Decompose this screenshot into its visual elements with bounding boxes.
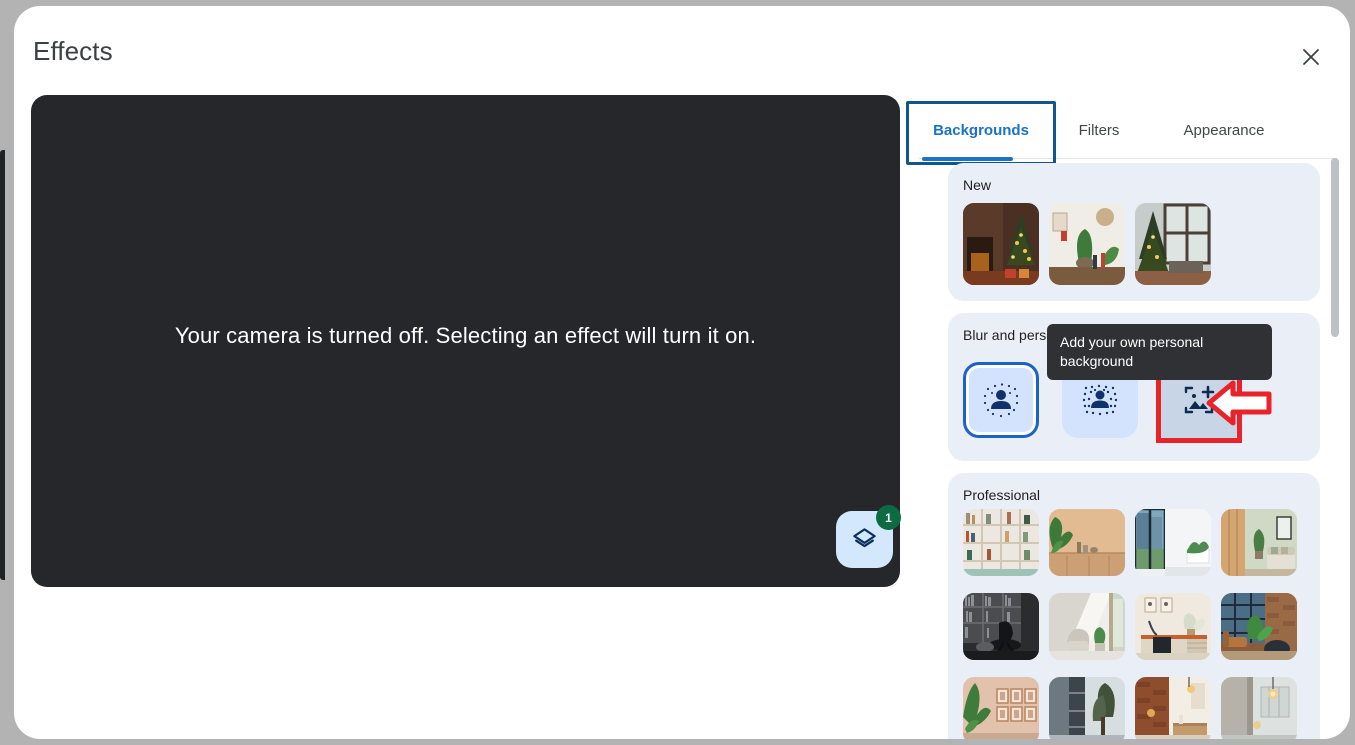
thumbnail-green-wall-sofa-lounge[interactable]	[1221, 509, 1297, 576]
thumbnail-dark-library-chair[interactable]	[963, 593, 1039, 660]
thumbnail-sunlit-armchair-corner[interactable]	[1049, 593, 1125, 660]
tab-filters[interactable]: Filters	[1044, 103, 1154, 158]
section-new-title: New	[963, 177, 992, 193]
thumbnail-home-desk-workspace[interactable]	[1135, 593, 1211, 660]
tab-backgrounds-label: Backgrounds	[933, 122, 1029, 139]
thumb-art	[1135, 677, 1211, 739]
thumb-art	[1221, 677, 1297, 739]
close-icon	[1303, 49, 1319, 65]
blur-option-slight-blur[interactable]	[963, 362, 1039, 438]
person-slight-blur-icon	[983, 383, 1019, 418]
left-arrow-icon	[1206, 380, 1272, 426]
section-professional-title: Professional	[963, 487, 1041, 503]
thumbnail-exterior-glass-tree[interactable]	[1049, 677, 1125, 739]
thumbnail-bright-plant-living-room[interactable]	[1049, 203, 1125, 285]
thumb-art	[1135, 203, 1211, 285]
background-window-sliver	[0, 150, 5, 580]
thumbnail-wood-panel-credenza[interactable]	[1049, 509, 1125, 576]
section-professional: Professional	[948, 473, 1320, 739]
section-new: New	[948, 163, 1320, 301]
thumb-art	[963, 203, 1039, 285]
thumbnail-concrete-wall-pendant[interactable]	[1221, 677, 1297, 739]
tab-appearance[interactable]: Appearance	[1154, 103, 1294, 158]
thumbnail-white-bookshelf-office[interactable]	[963, 509, 1039, 576]
thumb-art	[1221, 509, 1297, 576]
tab-filters-label: Filters	[1078, 122, 1120, 139]
thumbnail-rustic-brick-cafe[interactable]	[1135, 677, 1211, 739]
panel-scrollbar-thumb[interactable]	[1331, 158, 1339, 337]
thumbnail-glass-wall-city-office[interactable]	[1135, 509, 1211, 576]
thumb-art	[1221, 593, 1297, 660]
tooltip-add-background: Add your own personal background	[1047, 324, 1272, 380]
red-left-arrow-annotation	[1205, 375, 1273, 436]
tab-backgrounds[interactable]: Backgrounds	[906, 101, 1056, 165]
thumb-art	[1049, 203, 1125, 285]
page-title: Effects	[33, 36, 113, 66]
thumb-art	[963, 593, 1039, 660]
thumb-art	[963, 677, 1039, 739]
layers-badge: 1	[876, 505, 901, 530]
close-button[interactable]	[1291, 37, 1331, 77]
camera-preview-panel: Your camera is turned off. Selecting an …	[31, 95, 901, 587]
thumb-art	[963, 509, 1039, 576]
layers-icon	[853, 528, 876, 548]
thumbnail-peach-wall-gallery-frames[interactable]	[963, 677, 1039, 739]
thumb-art	[1135, 593, 1211, 660]
thumbnail-window-christmas-tree[interactable]	[1135, 203, 1211, 285]
camera-off-message: Your camera is turned off. Selecting an …	[174, 323, 757, 348]
thumb-art	[1049, 593, 1125, 660]
tab-appearance-label: Appearance	[1183, 122, 1265, 139]
backgrounds-scroll-area[interactable]: New Blur and personalize Professional	[907, 163, 1337, 739]
thumbnail-brick-loft-window-lounge[interactable]	[1221, 593, 1297, 660]
thumbnail-festive-fireplace-christmas-tree[interactable]	[963, 203, 1039, 285]
person-full-blur-icon	[1082, 384, 1118, 416]
thumb-art	[1135, 509, 1211, 576]
thumb-art	[1049, 509, 1125, 576]
tab-selected-indicator	[922, 157, 1013, 161]
thumb-art	[1049, 677, 1125, 739]
effects-tablist: Backgrounds Filters Appearance	[906, 101, 1337, 165]
